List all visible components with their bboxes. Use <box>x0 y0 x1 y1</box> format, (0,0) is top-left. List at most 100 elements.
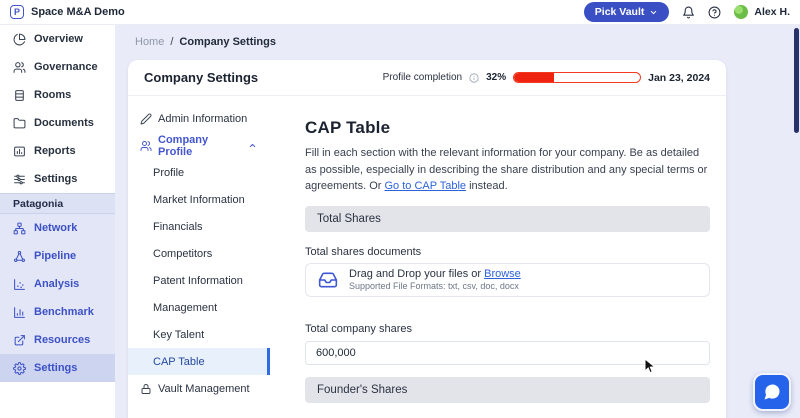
sidebar-label: Rooms <box>34 89 71 101</box>
nav-label: Financials <box>153 221 203 233</box>
sidebar: Overview Governance Rooms Documents Repo… <box>0 25 115 418</box>
gear-icon <box>13 362 26 375</box>
sidebar-label: Pipeline <box>34 250 76 262</box>
sidebar-label: Settings <box>34 362 77 374</box>
settings-nav: Admin Information Company Profile Profil… <box>128 96 270 418</box>
chat-widget-button[interactable] <box>753 373 791 411</box>
user-name: Alex H. <box>754 6 790 18</box>
nav-vault-management[interactable]: Vault Management <box>128 375 270 402</box>
nav-admin-information[interactable]: Admin Information <box>128 105 270 132</box>
total-shares-dropzone[interactable]: Drag and Drop your files or Browse Suppo… <box>305 263 710 297</box>
sidebar-item-pipeline[interactable]: Pipeline <box>0 242 115 270</box>
go-to-cap-table-link[interactable]: Go to CAP Table <box>384 180 466 192</box>
breadcrumb-home[interactable]: Home <box>135 36 164 48</box>
top-bar: P Space M&A Demo Pick Vault Alex H. <box>0 0 800 25</box>
users-icon <box>13 61 26 74</box>
inbox-icon <box>318 270 338 290</box>
sidebar-label: Resources <box>34 334 90 346</box>
nav-label: CAP Table <box>153 356 205 368</box>
sidebar-label: Documents <box>34 117 94 129</box>
total-company-shares-input[interactable] <box>305 341 710 365</box>
completion-percent: 32% <box>486 72 506 83</box>
dropzone-text: Drag and Drop your files or Browse <box>349 268 521 280</box>
date-label: Jan 23, 2024 <box>648 72 710 84</box>
nav-label: Competitors <box>153 248 212 260</box>
sidebar-item-resources[interactable]: Resources <box>0 326 115 354</box>
chevron-up-icon <box>248 141 257 150</box>
nav-competitors[interactable]: Competitors <box>128 240 270 267</box>
user-menu[interactable]: Alex H. <box>734 5 790 19</box>
sidebar-label: Settings <box>34 173 77 185</box>
avatar <box>734 5 748 19</box>
nav-label: Company Profile <box>158 134 242 158</box>
total-company-shares-label: Total company shares <box>305 323 710 335</box>
main-area: Home / Company Settings Company Settings… <box>115 25 800 418</box>
completion-progress-fill <box>514 73 554 82</box>
org-nodes-icon <box>13 222 26 235</box>
pencil-icon <box>140 113 152 125</box>
scrollbar-thumb[interactable] <box>794 28 799 133</box>
help-icon[interactable] <box>708 6 721 19</box>
sidebar-item-analysis[interactable]: Analysis <box>0 270 115 298</box>
rooms-icon <box>13 89 26 102</box>
nav-label: Market Information <box>153 194 245 206</box>
breadcrumb-separator: / <box>170 36 173 48</box>
app-logo-icon: P <box>10 5 24 19</box>
nav-cap-table[interactable]: CAP Table <box>128 348 270 375</box>
nav-label: Key Talent <box>153 329 204 341</box>
app-window: P Space M&A Demo Pick Vault Alex H. <box>0 0 800 418</box>
sidebar-item-workspace-settings[interactable]: Settings <box>0 354 115 382</box>
sidebar-item-reports[interactable]: Reports <box>0 137 115 165</box>
chat-bubble-icon <box>762 382 782 402</box>
nav-management[interactable]: Management <box>128 294 270 321</box>
nav-label: Admin Information <box>158 113 247 125</box>
workspace-section: Patagonia Network Pipeline Analysis Benc… <box>0 193 115 382</box>
notifications-bell-icon[interactable] <box>682 6 695 19</box>
sidebar-item-overview[interactable]: Overview <box>0 25 115 53</box>
total-shares-documents-label: Total shares documents <box>305 246 710 258</box>
info-icon <box>469 73 479 83</box>
page-title: Company Settings <box>144 70 258 85</box>
nav-label: Patent Information <box>153 275 243 287</box>
workspace-name: Patagonia <box>0 193 115 214</box>
pick-vault-button[interactable]: Pick Vault <box>584 2 670 22</box>
breadcrumb: Home / Company Settings <box>115 25 800 48</box>
nav-financials[interactable]: Financials <box>128 213 270 240</box>
total-shares-section-bar: Total Shares <box>305 206 710 232</box>
profile-completion-label: Profile completion <box>383 72 462 83</box>
company-settings-card: Company Settings Profile completion 32% … <box>128 60 726 418</box>
pick-vault-label: Pick Vault <box>595 6 645 18</box>
sidebar-item-governance[interactable]: Governance <box>0 53 115 81</box>
dropzone-formats: Supported File Formats: txt, csv, doc, d… <box>349 281 521 291</box>
app-title: Space M&A Demo <box>31 6 125 18</box>
nav-key-talent[interactable]: Key Talent <box>128 321 270 348</box>
lock-icon <box>140 383 152 395</box>
nav-company-profile[interactable]: Company Profile <box>128 132 270 159</box>
sidebar-item-benchmark[interactable]: Benchmark <box>0 298 115 326</box>
chevron-down-icon <box>649 8 658 17</box>
profile-users-icon <box>140 140 152 152</box>
bar-chart-icon <box>13 306 26 319</box>
nav-profile[interactable]: Profile <box>128 159 270 186</box>
cap-table-content: CAP Table Fill in each section with the … <box>270 96 726 418</box>
completion-progress-bar <box>513 72 641 83</box>
sidebar-item-rooms[interactable]: Rooms <box>0 81 115 109</box>
sidebar-label: Network <box>34 222 77 234</box>
nav-market-information[interactable]: Market Information <box>128 186 270 213</box>
sidebar-label: Overview <box>34 33 83 45</box>
nav-patent-information[interactable]: Patent Information <box>128 267 270 294</box>
browse-link[interactable]: Browse <box>484 268 521 280</box>
breadcrumb-current: Company Settings <box>179 36 276 48</box>
content-intro: Fill in each section with the relevant i… <box>305 145 710 195</box>
triangle-nodes-icon <box>13 250 26 263</box>
nav-label: Vault Management <box>158 383 250 395</box>
sidebar-label: Benchmark <box>34 306 94 318</box>
sidebar-item-documents[interactable]: Documents <box>0 109 115 137</box>
sidebar-item-network[interactable]: Network <box>0 214 115 242</box>
founders-shares-section-bar: Founder's Shares <box>305 377 710 403</box>
folder-icon <box>13 117 26 130</box>
sidebar-label: Analysis <box>34 278 79 290</box>
sidebar-item-settings[interactable]: Settings <box>0 165 115 193</box>
pie-chart-icon <box>13 33 26 46</box>
sidebar-label: Reports <box>34 145 76 157</box>
